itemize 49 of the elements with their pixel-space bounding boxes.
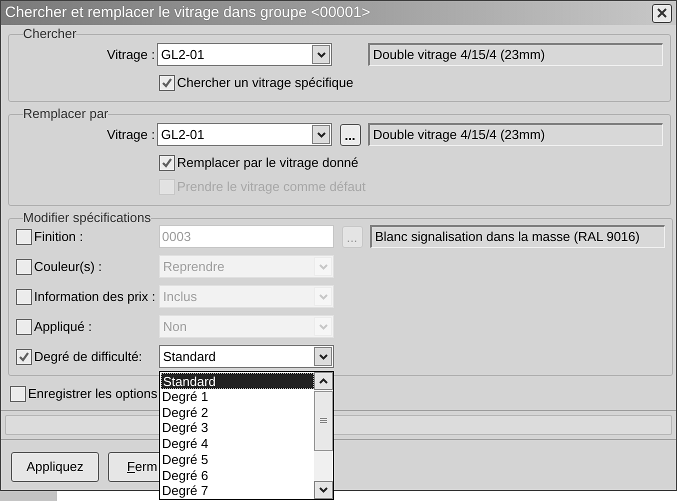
chevron-down-icon (319, 487, 328, 493)
checkbox[interactable] (16, 318, 32, 334)
list-option[interactable]: Degré 7 (161, 483, 314, 500)
checkbox-label: Chercher un vitrage spécifique (177, 74, 354, 92)
checkbox-label: Finition : (34, 228, 84, 246)
description-field: Double vitrage 4/15/4 (23mm) (368, 43, 663, 66)
checkbox-label: Remplacer par le vitrage donné (177, 154, 358, 172)
dropdown[interactable]: GL2-01 (157, 123, 332, 146)
checkbox-label: Appliqué : (34, 318, 92, 336)
dropdown[interactable]: GL2-01 (157, 43, 332, 66)
group-title: Chercher (23, 27, 76, 41)
chevron-up-icon (319, 378, 328, 384)
description-field: Blanc signalisation dans la masse (RAL 9016) (370, 225, 665, 248)
chevron-down-icon (318, 294, 328, 300)
group-title: Remplacer par (23, 107, 108, 121)
list-option[interactable]: Standard (161, 373, 314, 389)
chevron-down-icon (318, 324, 328, 330)
list-option[interactable]: Degré 3 (161, 420, 314, 436)
list-option[interactable]: Degré 1 (161, 388, 314, 405)
dropdown[interactable]: Standard (159, 345, 334, 368)
checkbox[interactable] (16, 348, 32, 364)
window-title: Chercher et remplacer le vitrage dans groupe <00001> (5, 2, 370, 23)
checkbox[interactable] (16, 288, 32, 304)
browse-button[interactable]: ... (340, 124, 360, 146)
checkbox-label: Couleur(s) : (34, 258, 102, 276)
chevron-down-icon (318, 354, 328, 360)
grip-icon (320, 418, 327, 424)
checkbox-label: Degré de difficulté: (34, 348, 142, 366)
list-option[interactable]: Degré 2 (161, 404, 314, 420)
checkbox[interactable] (16, 258, 32, 274)
field-label: Vitrage : (106, 46, 156, 64)
checkbox[interactable] (16, 228, 32, 244)
checkbox[interactable] (10, 386, 26, 402)
chevron-down-icon (318, 264, 328, 270)
chevron-down-icon (316, 132, 326, 138)
field-label: Vitrage : (106, 126, 156, 144)
checkbox-label: Enregistrer les options (28, 385, 158, 404)
checkbox-label: Information des prix : (34, 288, 156, 306)
scrollbar[interactable] (314, 372, 333, 499)
background-strip (0, 491, 57, 501)
chevron-down-icon (316, 52, 326, 58)
description-field: Double vitrage 4/15/4 (23mm) (368, 123, 663, 146)
checkbox[interactable] (159, 155, 175, 171)
checkbox[interactable] (159, 75, 175, 91)
button[interactable]: Appliquez (11, 452, 99, 482)
close-icon (656, 7, 668, 19)
group-title: Modifier spécifications (23, 211, 151, 225)
close-button[interactable] (652, 4, 672, 22)
list-option[interactable]: Degré 4 (161, 436, 314, 452)
